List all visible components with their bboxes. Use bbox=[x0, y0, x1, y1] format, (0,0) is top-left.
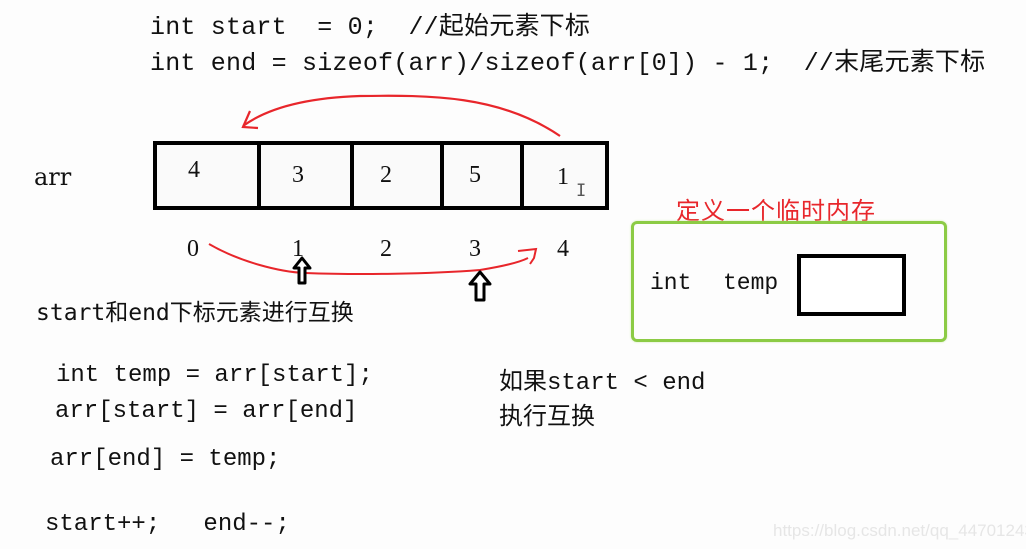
temp-type-label: int bbox=[650, 270, 692, 296]
swap-title: start和end下标元素进行互换 bbox=[36, 300, 354, 326]
watermark: https://blog.csdn.net/qq_44701243 bbox=[773, 521, 1026, 540]
condition-line-1: 如果start < end bbox=[499, 370, 706, 397]
index-curve bbox=[208, 243, 529, 275]
end-pointer-arrow-icon bbox=[468, 270, 492, 302]
increment-code: start++; end--; bbox=[45, 511, 290, 538]
temp-value-box bbox=[797, 254, 906, 316]
temp-var-label: temp bbox=[723, 270, 779, 296]
swap-code-line-2: arr[start] = arr[end] bbox=[55, 398, 358, 425]
start-pointer-arrow-icon bbox=[292, 256, 312, 285]
condition-line-2: 执行互换 bbox=[499, 405, 595, 432]
swap-code-line-1: int temp = arr[start]; bbox=[56, 362, 373, 389]
swap-code-line-3: arr[end] = temp; bbox=[50, 446, 281, 473]
swap-arc-arrow bbox=[242, 94, 561, 137]
